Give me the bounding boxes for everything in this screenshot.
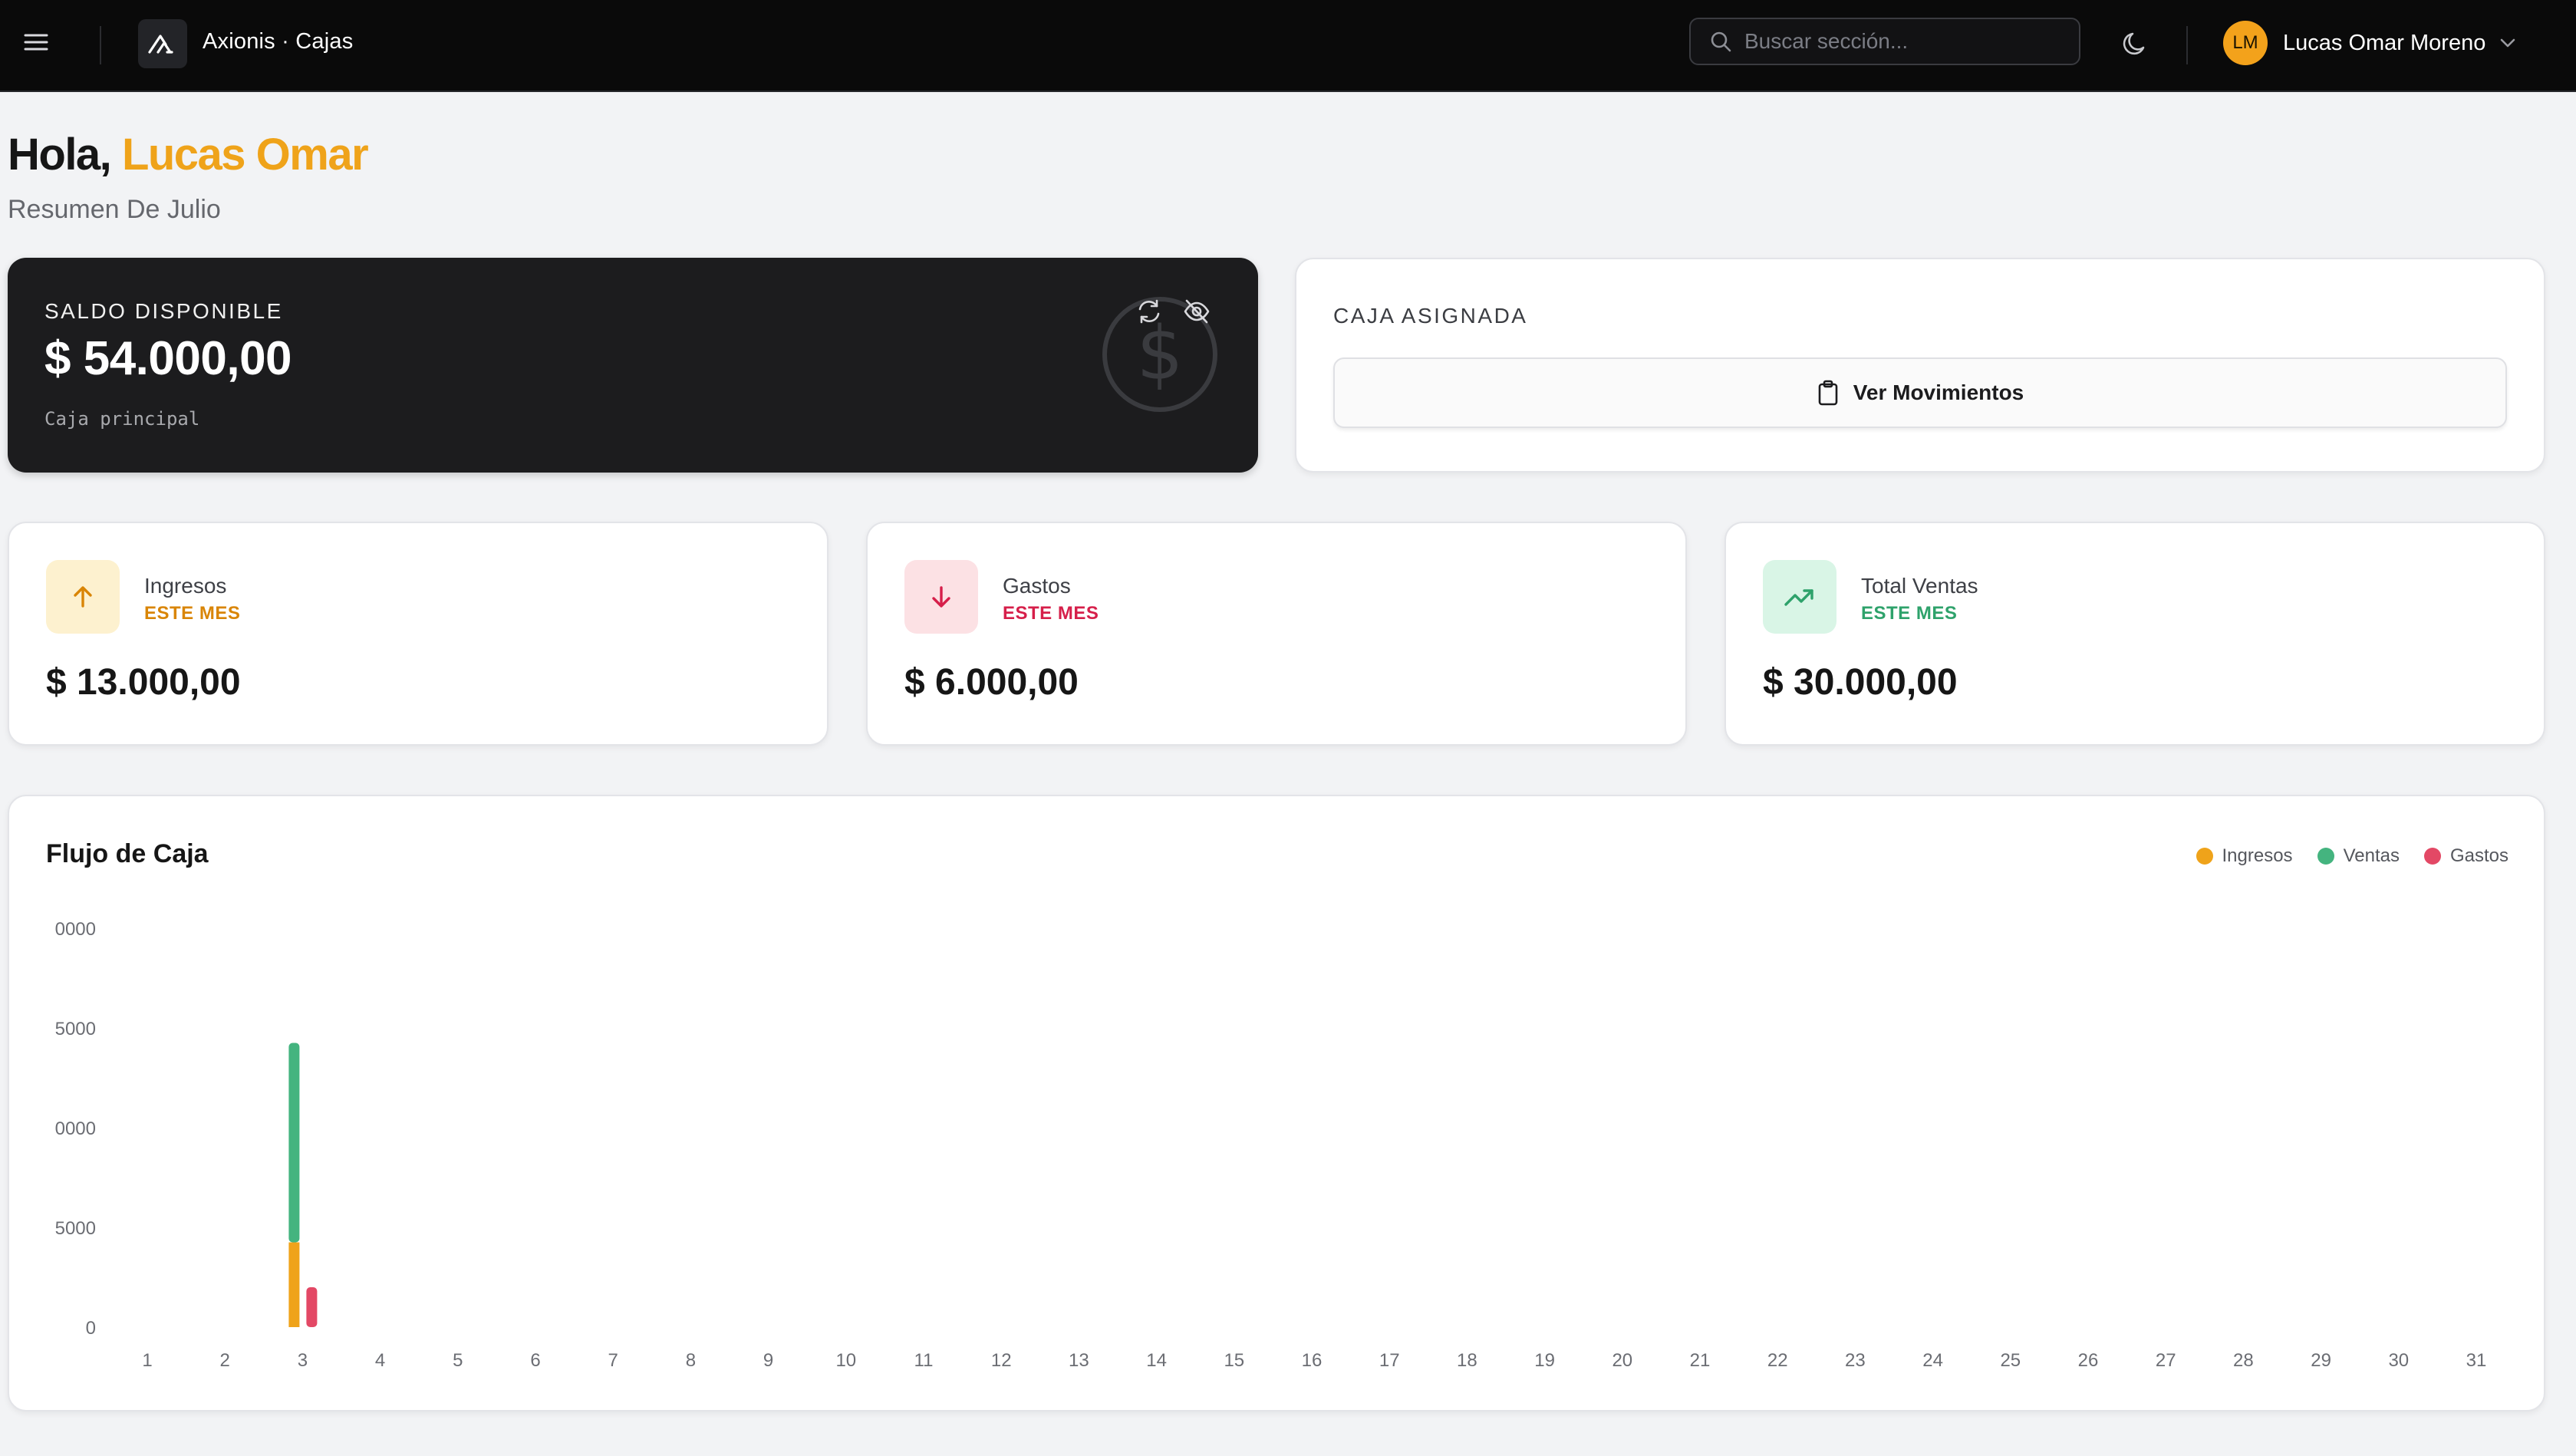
x-tick-label: 18 [1457,1350,1477,1371]
clipboard-icon [1818,380,1838,406]
gastos-card: Gastos ESTE MES $ 6.000,00 [866,522,1687,746]
x-tick-label: 10 [835,1350,856,1371]
x-tick-label: 19 [1534,1350,1555,1371]
top-bar: Axionis · Cajas LM Lucas Omar Moreno [0,0,2576,92]
saldo-label: SALDO DISPONIBLE [44,299,283,323]
user-name: Lucas Omar Moreno [2283,30,2486,55]
search-box[interactable] [1689,18,2080,65]
greeting: Hola, Lucas Omar [8,129,369,180]
page-subtitle: Resumen De Julio [8,195,221,224]
app-logo-icon[interactable] [138,19,187,68]
x-tick-label: 14 [1146,1350,1167,1371]
x-tick-label: 25 [2000,1350,2021,1371]
search-input[interactable] [1743,28,2068,54]
x-tick-label: 2 [220,1350,230,1371]
total-ventas-card: Total Ventas ESTE MES $ 30.000,00 [1724,522,2545,746]
x-tick-label: 1 [142,1350,152,1371]
stat-title: Ingresos [144,574,227,598]
divider [2186,26,2188,64]
ver-movimientos-button[interactable]: Ver Movimientos [1333,357,2507,428]
saldo-disponible-card: SALDO DISPONIBLE $ 54.000,00 Caja princi… [8,258,1258,473]
bar-ingresos-day-3[interactable] [288,1242,300,1328]
x-tick-label: 15 [1224,1350,1244,1371]
y-tick-label: 0000 [55,919,96,940]
x-tick-label: 31 [2466,1350,2487,1371]
caja-asignada-label: CAJA ASIGNADA [1333,304,1528,328]
x-tick-label: 11 [914,1350,934,1371]
stat-amount: $ 13.000,00 [46,662,241,703]
ver-movimientos-label: Ver Movimientos [1853,380,2024,404]
x-tick-label: 17 [1379,1350,1400,1371]
stat-subtitle: ESTE MES [1003,603,1099,624]
hide-balance-eye-off-icon[interactable] [1180,295,1214,328]
app-title: Axionis · Cajas [203,29,354,54]
stat-title: Gastos [1003,574,1071,598]
x-tick-label: 24 [1922,1350,1943,1371]
x-tick-label: 27 [2156,1350,2176,1371]
bar-gastos-day-3[interactable] [306,1287,318,1327]
x-tick-label: 23 [1845,1350,1866,1371]
hamburger-menu-icon[interactable] [21,28,51,57]
x-tick-label: 7 [608,1350,618,1371]
y-tick-label: 5000 [55,1019,96,1039]
x-tick-label: 22 [1767,1350,1788,1371]
bar-ventas-day-3[interactable] [288,1043,300,1243]
x-tick-label: 6 [530,1350,540,1371]
arrow-up-icon [46,560,120,634]
x-tick-label: 13 [1069,1350,1089,1371]
greeting-prefix: Hola, [8,130,112,180]
x-tick-label: 4 [375,1350,385,1371]
stat-subtitle: ESTE MES [144,603,241,624]
greeting-name: Lucas Omar [121,130,369,180]
x-tick-label: 8 [686,1350,696,1371]
stat-subtitle: ESTE MES [1861,603,1958,624]
dark-mode-toggle-moon-icon[interactable] [2117,26,2153,61]
y-tick-label: 0000 [55,1118,96,1139]
trending-up-icon [1763,560,1836,634]
ingresos-card: Ingresos ESTE MES $ 13.000,00 [8,522,828,746]
x-tick-label: 9 [763,1350,773,1371]
y-tick-label: 5000 [55,1218,96,1239]
x-tick-label: 21 [1690,1350,1711,1371]
x-tick-label: 26 [2078,1350,2099,1371]
x-tick-label: 20 [1612,1350,1632,1371]
x-tick-label: 3 [298,1350,308,1371]
flujo-de-caja-card: Flujo de Caja Ingresos Ventas Gastos 0 50… [8,795,2545,1412]
stat-title: Total Ventas [1861,574,1978,598]
x-tick-label: 12 [991,1350,1012,1371]
saldo-caja-name: Caja principal [44,408,200,430]
x-tick-label: 5 [453,1350,463,1371]
chevron-down-icon [2501,38,2515,48]
refresh-icon[interactable] [1132,295,1166,328]
caja-asignada-card: CAJA ASIGNADA Ver Movimientos [1295,258,2545,473]
x-tick-label: 16 [1302,1350,1323,1371]
y-tick-label: 0 [86,1318,96,1339]
user-menu[interactable]: LM Lucas Omar Moreno [2223,20,2516,66]
stat-amount: $ 6.000,00 [904,662,1079,703]
x-tick-label: 28 [2233,1350,2254,1371]
search-icon [1711,31,1731,52]
arrow-down-icon [904,560,978,634]
avatar: LM [2223,21,2268,65]
saldo-amount: $ 54.000,00 [44,332,292,385]
stat-amount: $ 30.000,00 [1763,662,1958,703]
divider [100,26,101,64]
x-tick-label: 29 [2311,1350,2331,1371]
cash-flow-chart: 050000000500000001 2 3 4 5 6 7 8 9 10 11 12 13 14 15 16… [55,919,2487,1371]
x-tick-label: 30 [2388,1350,2409,1371]
